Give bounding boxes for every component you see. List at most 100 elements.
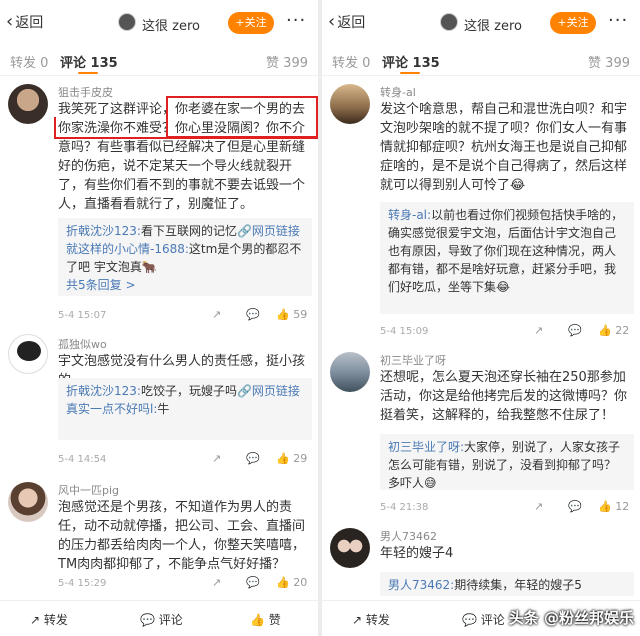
- like-count: 20: [293, 576, 308, 589]
- avatar[interactable]: [8, 84, 48, 124]
- avatar[interactable]: [118, 13, 136, 31]
- comment-username[interactable]: 男人73462: [380, 528, 437, 544]
- tab-like[interactable]: 赞 399: [266, 52, 308, 71]
- more-replies-link[interactable]: 共5条回复 >: [66, 276, 304, 294]
- reply-username[interactable]: 真实一点不好吗l:: [66, 402, 157, 416]
- avatar[interactable]: [330, 528, 370, 568]
- avatar[interactable]: [440, 13, 458, 31]
- comment-text: 年轻的嫂子4: [380, 546, 454, 561]
- comment-icon: 💬: [462, 613, 477, 627]
- share-icon[interactable]: ↗: [212, 452, 221, 465]
- reply-box[interactable]: 初三毕业了呀:大家停，别说了，人家女孩子怎么可能有错，别说了，没看到抑郁了吗？多…: [380, 434, 634, 490]
- tab-repost[interactable]: 转发 0: [10, 52, 48, 71]
- repost-button[interactable]: ↗ 转发: [30, 611, 68, 628]
- repost-label: 转发: [365, 613, 390, 627]
- back-label: 返回: [15, 15, 44, 31]
- like-count: 12: [615, 500, 630, 513]
- more-icon[interactable]: ···: [608, 10, 628, 31]
- comment-button[interactable]: 💬 评论: [462, 611, 505, 628]
- web-link[interactable]: 网页链接: [252, 384, 300, 398]
- repost-label: 转发: [43, 613, 68, 627]
- like-button[interactable]: 👍 20: [276, 576, 307, 589]
- repost-icon: ↗: [352, 613, 363, 627]
- comment-label: 评论: [158, 613, 183, 627]
- tab-comment[interactable]: 评论 135: [382, 52, 440, 71]
- comment-time: 5-4 15:29: [58, 578, 107, 589]
- follow-button[interactable]: +关注: [228, 12, 274, 34]
- repost-button[interactable]: ↗ 转发: [352, 611, 390, 628]
- comment-username[interactable]: 初三毕业了呀: [380, 352, 446, 368]
- like-button[interactable]: 👍 12: [598, 500, 629, 513]
- reply-box[interactable]: 转身-al:以前也看过你们视频包括快手啥的，确实感觉很爱宇文泡，后面估计宇文泡自…: [380, 202, 634, 314]
- thumbs-up-icon: 👍: [250, 613, 265, 627]
- comment-time: 5-4 15:09: [380, 326, 429, 337]
- avatar[interactable]: [8, 334, 48, 374]
- web-link[interactable]: 网页链接: [252, 224, 300, 238]
- back-button[interactable]: ‹ 返回: [328, 12, 365, 32]
- like-button[interactable]: 👍 29: [276, 452, 307, 465]
- reply-line: 就这样的小心情-1688:这tm是个男的都忍不了吧 宇文泡真🐂: [66, 240, 304, 276]
- comment-icon: 💬: [140, 613, 155, 627]
- bottom-action-bar: ↗ 转发 💬 评论 头条 @粉丝邦娱乐: [322, 600, 640, 636]
- reply-username[interactable]: 转身-al:: [388, 208, 431, 222]
- thumbs-up-icon: 👍: [276, 452, 290, 465]
- left-panel: ‹ 返回 这很 zero +关注 ··· 转发 0 评论 135 赞 399 狙…: [0, 0, 318, 636]
- highlight-box: [54, 117, 318, 139]
- chevron-left-icon: ‹: [328, 11, 336, 32]
- share-icon[interactable]: ↗: [212, 308, 221, 321]
- comment-username[interactable]: 转身-al: [380, 84, 416, 100]
- tab-repost[interactable]: 转发 0: [332, 52, 370, 71]
- share-icon[interactable]: ↗: [534, 500, 543, 513]
- like-count: 59: [293, 308, 308, 321]
- reply-text: 期待续集，年轻的嫂子5: [454, 578, 582, 592]
- comment-time: 5-4 21:38: [380, 502, 429, 513]
- reply-username[interactable]: 折戟沈沙123:: [66, 384, 141, 398]
- avatar[interactable]: [330, 84, 370, 124]
- share-icon[interactable]: ↗: [534, 324, 543, 337]
- avatar[interactable]: [330, 352, 370, 392]
- tab-indicator: [78, 72, 98, 74]
- reply-line: 折戟沈沙123:吃饺子，玩嫂子吗🔗网页链接: [66, 382, 304, 400]
- like-label: 赞: [268, 613, 281, 627]
- tab-like[interactable]: 赞 399: [588, 52, 630, 71]
- like-button[interactable]: 👍 59: [276, 308, 307, 321]
- avatar[interactable]: [8, 482, 48, 522]
- repost-icon: ↗: [30, 613, 41, 627]
- reply-icon[interactable]: 💬: [246, 308, 260, 321]
- reply-line: 折戟沈沙123:看下互联网的记忆🔗网页链接: [66, 222, 304, 240]
- comment-text: 还想呢，怎么夏天泡还穿长袖在250那参加活动，你这是给他拷完后发的这微博吗？你挺…: [380, 370, 628, 423]
- follow-button[interactable]: +关注: [550, 12, 596, 34]
- more-icon[interactable]: ···: [286, 10, 306, 31]
- tab-comment[interactable]: 评论 135: [60, 52, 118, 71]
- back-label: 返回: [337, 15, 366, 31]
- comment-button[interactable]: 💬 评论: [140, 611, 183, 628]
- thumbs-up-icon: 👍: [598, 324, 612, 337]
- right-panel: ‹ 返回 这很 zero +关注 ··· 转发 0 评论 135 赞 399 转…: [322, 0, 640, 636]
- thumbs-up-icon: 👍: [276, 308, 290, 321]
- comment-username[interactable]: 风中一匹pig: [58, 482, 119, 498]
- reply-icon[interactable]: 💬: [246, 576, 260, 589]
- top-bar: ‹ 返回 这很 zero +关注 ···: [0, 0, 318, 46]
- link-icon: 🔗: [236, 224, 252, 238]
- reply-username[interactable]: 折戟沈沙123:: [66, 224, 141, 238]
- share-icon[interactable]: ↗: [212, 576, 221, 589]
- top-bar: ‹ 返回 这很 zero +关注 ···: [322, 0, 640, 46]
- reply-icon[interactable]: 💬: [246, 452, 260, 465]
- reply-box[interactable]: 折戟沈沙123:看下互联网的记忆🔗网页链接 就这样的小心情-1688:这tm是个…: [58, 218, 312, 296]
- avatar-figure: [17, 341, 41, 361]
- reply-box[interactable]: 男人73462:期待续集，年轻的嫂子5: [380, 572, 634, 596]
- like-button[interactable]: 👍 22: [598, 324, 629, 337]
- comment-time: 5-4 15:07: [58, 310, 107, 321]
- back-button[interactable]: ‹ 返回: [6, 12, 43, 32]
- reply-username[interactable]: 初三毕业了呀:: [388, 440, 464, 454]
- reply-text: 看下互联网的记忆: [140, 224, 237, 238]
- like-bottom-button[interactable]: 👍 赞: [250, 611, 281, 628]
- reply-username[interactable]: 就这样的小心情-1688:: [66, 242, 189, 256]
- reply-icon[interactable]: 💬: [568, 324, 582, 337]
- comment-label: 评论: [480, 613, 505, 627]
- reply-username[interactable]: 男人73462:: [388, 578, 454, 592]
- comment-username[interactable]: 狙击手皮皮: [58, 84, 113, 100]
- reply-box[interactable]: 折戟沈沙123:吃饺子，玩嫂子吗🔗网页链接 真实一点不好吗l:牛: [58, 378, 312, 440]
- reply-icon[interactable]: 💬: [568, 500, 582, 513]
- comment-username[interactable]: 孤独似wo: [58, 336, 107, 352]
